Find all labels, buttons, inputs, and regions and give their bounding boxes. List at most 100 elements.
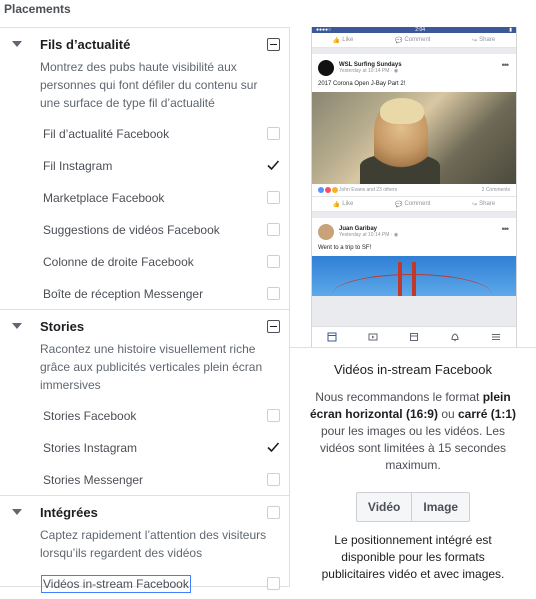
signal-icon: ●●●●○ [316, 27, 332, 33]
collapse-caret-icon[interactable] [12, 323, 22, 329]
like-icon: 👍 [332, 37, 341, 44]
section-description: Montrez des pubs haute visibilité aux pe… [40, 60, 258, 110]
like-reaction-icon [318, 187, 324, 193]
comment-count: 2 Comments [481, 187, 510, 193]
placement-checkbox[interactable] [267, 409, 280, 422]
feed-post: Juan Garibay Yesterday at 10:14 PM · ◉ •… [312, 218, 516, 296]
section-title: Stories [40, 318, 85, 334]
placement-label: Suggestions de vidéos Facebook [43, 223, 220, 237]
preview-panel: ●●●●○ 2:04 ▮ 👍 Like 💬 Comment ↪ Share WSL S… [290, 27, 536, 588]
post-time: Yesterday at 10:14 PM · ◉ [339, 232, 399, 238]
placement-item[interactable]: Marketplace Facebook [0, 181, 289, 213]
post-text: Went to a trip to SF! [318, 245, 372, 251]
phone-preview: ●●●●○ 2:04 ▮ 👍 Like 💬 Comment ↪ Share WSL S… [311, 27, 517, 347]
placement-checkbox[interactable] [267, 223, 280, 236]
section-description: Racontez une histoire visuellement riche… [40, 342, 263, 392]
like-action: 👍 Like [332, 201, 354, 208]
placement-checkbox[interactable] [267, 255, 280, 268]
comment-action: 💬 Comment [394, 201, 431, 208]
share-icon: ↪ [472, 37, 478, 44]
section-checkbox-partial[interactable] [267, 320, 280, 333]
post-reactions: John Evans and 23 others 2 Comments [312, 184, 516, 197]
section-feeds: Fils d’actualité Montrez des pubs haute … [0, 28, 289, 310]
video-button[interactable]: Vidéo [355, 492, 413, 522]
placement-label: Colonne de droite Facebook [43, 255, 194, 269]
post-header: WSL Surfing Sundays Yesterday at 10:14 P… [312, 54, 516, 78]
placement-item[interactable]: Boîte de réception Messenger [0, 277, 289, 309]
page-avatar [318, 60, 334, 76]
share-action: ↪ Share [472, 201, 496, 208]
section-stories: Stories Racontez une histoire visuelleme… [0, 310, 289, 496]
image-button[interactable]: Image [412, 492, 471, 522]
phone-tab-bar [312, 326, 516, 347]
section-in-stream-header[interactable]: Intégrées [0, 496, 289, 528]
placement-checkbox[interactable] [267, 287, 280, 300]
share-action: ↪ Share [472, 37, 496, 44]
checkmark-icon[interactable] [266, 440, 280, 454]
section-checkbox-partial[interactable] [267, 38, 280, 51]
collapse-caret-icon[interactable] [12, 509, 22, 515]
section-feeds-header[interactable]: Fils d’actualité [0, 28, 289, 60]
share-icon: ↪ [472, 201, 478, 208]
video-icon [368, 333, 378, 341]
placement-checkbox[interactable] [267, 473, 280, 486]
section-title: Fils d’actualité [40, 36, 131, 52]
user-avatar [318, 224, 334, 240]
globe-icon: ◉ [393, 68, 399, 74]
placement-item[interactable]: Fil Instagram [0, 149, 289, 181]
placement-item[interactable]: Stories Instagram [0, 431, 289, 463]
collapse-caret-icon[interactable] [12, 41, 22, 47]
placements-list: Fils d’actualité Montrez des pubs haute … [0, 27, 290, 593]
post-time: Yesterday at 10:14 PM · ◉ [339, 68, 399, 74]
post-photo [312, 256, 516, 296]
checkmark-icon[interactable] [266, 158, 280, 172]
section-stories-header[interactable]: Stories [0, 310, 289, 342]
placement-label: Stories Facebook [43, 409, 137, 423]
placement-item[interactable]: Stories Facebook [0, 399, 289, 431]
info-description: Nous recommandons le format plein écran … [309, 390, 517, 472]
like-icon: 👍 [332, 201, 341, 208]
placement-item[interactable]: Vidéos in-stream Facebook [0, 567, 289, 599]
comment-action: 💬 Comment [394, 37, 431, 44]
comment-icon: 💬 [394, 37, 403, 44]
placement-item[interactable]: Stories Messenger [0, 463, 289, 495]
placement-info: Vidéos in-stream Facebook Nous recommand… [290, 347, 536, 588]
placement-checkbox[interactable] [267, 127, 280, 140]
news-feed-icon [327, 332, 337, 342]
media-type-toggle: Vidéo Image [290, 492, 536, 522]
post-video-thumbnail [312, 92, 516, 184]
marketplace-icon [409, 333, 418, 341]
section-in-stream: Intégrées Captez rapidement l’attention … [0, 496, 289, 599]
more-options-icon: ••• [501, 60, 510, 70]
section-checkbox[interactable] [267, 506, 280, 519]
more-options-icon: ••• [501, 224, 510, 234]
placement-label: Stories Instagram [43, 441, 138, 455]
placement-label: Boîte de réception Messenger [43, 287, 204, 301]
post-text: 2017 Corona Open J-Bay Part 2! [318, 81, 406, 87]
placement-label: Marketplace Facebook [43, 191, 165, 205]
section-description: Captez rapidement l’attention des visite… [40, 528, 267, 560]
placement-label: Fil Instagram [43, 159, 113, 173]
status-time: 2:04 [415, 27, 426, 33]
post-actions: 👍 Like 💬 Comment ↪ Share [312, 197, 516, 212]
battery-icon: ▮ [509, 27, 512, 33]
placement-checkbox[interactable] [267, 577, 280, 590]
placement-item[interactable]: Colonne de droite Facebook [0, 245, 289, 277]
placements-title: Placements [4, 2, 71, 16]
placement-label: Stories Messenger [43, 473, 144, 487]
post-header: Juan Garibay Yesterday at 10:14 PM · ◉ •… [312, 218, 516, 242]
placement-item[interactable]: Fil d’actualité Facebook [0, 117, 289, 149]
wow-reaction-icon [332, 187, 338, 193]
like-action: 👍 Like [332, 37, 354, 44]
placement-item[interactable]: Suggestions de vidéos Facebook [0, 213, 289, 245]
info-note: Le positionnement intégré est disponible… [321, 533, 505, 581]
post-actions-top: 👍 Like 💬 Comment ↪ Share [312, 33, 516, 48]
placement-checkbox[interactable] [267, 191, 280, 204]
love-reaction-icon [325, 187, 331, 193]
notifications-icon [451, 333, 459, 342]
info-title: Vidéos in-stream Facebook [333, 362, 492, 377]
feed-post: WSL Surfing Sundays Yesterday at 10:14 P… [312, 54, 516, 212]
globe-icon: ◉ [393, 232, 399, 238]
placement-label: Vidéos in-stream Facebook [41, 575, 191, 593]
section-title: Intégrées [40, 504, 98, 520]
